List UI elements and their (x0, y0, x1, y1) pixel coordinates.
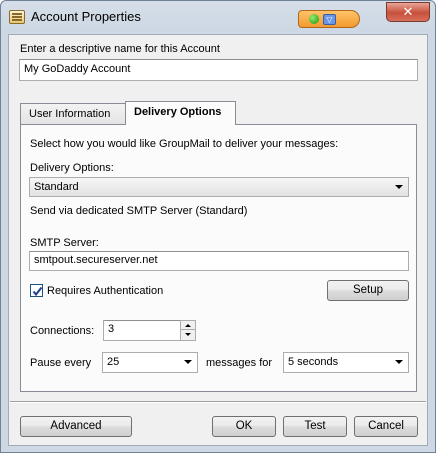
pause-duration-select[interactable]: 5 seconds (283, 352, 409, 373)
chevron-down-icon (395, 360, 403, 364)
pause-duration-value: 5 seconds (288, 356, 339, 368)
status-badge[interactable]: ▽ (298, 10, 360, 28)
chevron-down-icon (184, 360, 192, 364)
cancel-button[interactable]: Cancel (354, 416, 418, 437)
requires-authentication-label: Requires Authentication (47, 285, 164, 297)
delivery-options-select[interactable]: Standard (29, 177, 409, 197)
delivery-options-panel: Select how you would like GroupMail to d… (20, 124, 417, 392)
tab-user-information-label: User Information (29, 108, 111, 120)
requires-authentication-checkbox[interactable] (30, 284, 43, 297)
connections-input[interactable]: 3 (103, 320, 181, 341)
dialog-body: Enter a descriptive name for this Accoun… (8, 34, 428, 446)
account-name-input[interactable]: My GoDaddy Account (19, 59, 418, 81)
title-bar[interactable]: Account Properties ▽ ✕ (1, 1, 435, 33)
delivery-options-label: Delivery Options: (30, 162, 114, 174)
delivery-description: Send via dedicated SMTP Server (Standard… (30, 205, 248, 217)
checkmark-icon (32, 286, 43, 297)
account-properties-window: Account Properties ▽ ✕ Enter a descripti… (0, 0, 436, 453)
tab-delivery-options-label: Delivery Options (134, 106, 222, 118)
pause-count-value: 25 (107, 356, 120, 368)
test-button[interactable]: Test (283, 416, 347, 437)
pause-every-label: Pause every (30, 357, 92, 369)
footer-divider (10, 401, 426, 403)
connections-stepper[interactable] (180, 320, 196, 341)
tab-delivery-options[interactable]: Delivery Options (125, 101, 236, 125)
tab-user-information[interactable]: User Information (20, 103, 126, 125)
delivery-options-value: Standard (34, 181, 79, 193)
close-button[interactable]: ✕ (386, 2, 430, 22)
app-icon (9, 10, 25, 24)
increment-icon[interactable] (181, 321, 195, 330)
chevron-down-icon (395, 185, 403, 189)
smtp-server-input[interactable]: smtpout.secureserver.net (29, 251, 409, 271)
window-title: Account Properties (31, 9, 141, 24)
ok-button[interactable]: OK (212, 416, 276, 437)
smtp-server-label: SMTP Server: (30, 237, 99, 249)
green-status-icon (309, 14, 319, 24)
connections-label: Connections: (30, 325, 95, 337)
delivery-intro-text: Select how you would like GroupMail to d… (30, 138, 339, 150)
pause-count-select[interactable]: 25 (102, 352, 198, 373)
decrement-icon[interactable] (181, 330, 195, 339)
messages-for-label: messages for (206, 357, 273, 369)
account-name-label: Enter a descriptive name for this Accoun… (20, 43, 220, 55)
dropdown-icon[interactable]: ▽ (323, 14, 336, 25)
setup-button[interactable]: Setup (327, 280, 409, 301)
advanced-button[interactable]: Advanced (20, 416, 132, 437)
